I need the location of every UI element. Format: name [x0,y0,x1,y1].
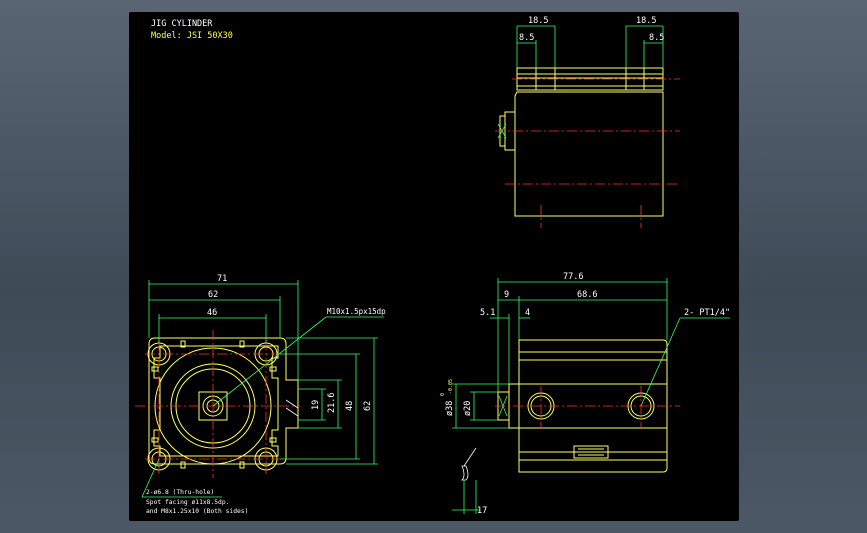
dim-top-18-5-right: 18.5 [636,16,656,26]
top-view: 18.5 8.5 18.5 8.5 [495,16,680,228]
tol-lower: -0.05 [448,379,454,394]
front-view: 71 62 46 21.6 19 48 62 M10x1.5px15dp 2-ø… [135,274,386,515]
drawing-title: JIG CYLINDER [151,19,213,29]
drawing-model: Model: JSI 50X30 [151,31,233,41]
dim-side-9: 9 [504,290,509,300]
note-hole-line-3: and M8x1.25x10 (Both sides) [146,508,248,515]
dim-side-77-6: 77.6 [563,272,583,282]
dim-front-19: 19 [311,400,321,410]
cad-drawing: JIG CYLINDER Model: JSI 50X30 18.5 8.5 1… [135,16,730,516]
note-hole-line-2: Spot facing ø11x8.5dp. [146,499,229,506]
dim-side-dia-20: ø20 [463,401,473,416]
dim-side-68-6: 68.6 [577,290,597,300]
dim-side-4: 4 [525,308,530,318]
callout-thread: M10x1.5px15dp [327,307,386,316]
dim-side-17: 17 [477,506,487,516]
tol-upper: 0 [440,393,446,396]
dim-front-46: 46 [207,308,217,318]
dim-front-21-6: 21.6 [327,393,337,413]
dim-side-dia-38: ø38 [445,401,455,416]
dim-top-8-5-left: 8.5 [519,33,534,43]
dim-front-71: 71 [217,274,227,284]
callout-port: 2- PT1/4" [684,308,730,318]
note-hole-line-1: 2-ø6.8 (Thru-hole) [146,489,214,496]
dim-front-62: 62 [208,290,218,300]
dim-side-5-1: 5.1 [480,308,495,318]
dim-top-18-5-left: 18.5 [528,16,548,26]
dim-top-8-5-right: 8.5 [649,33,664,43]
side-view: 77.6 9 68.6 5.1 4 ø20 ø38 0 -0.05 2- PT1… [440,272,730,516]
dim-front-48: 48 [345,401,355,411]
dim-front-62-vertical: 62 [363,401,373,411]
